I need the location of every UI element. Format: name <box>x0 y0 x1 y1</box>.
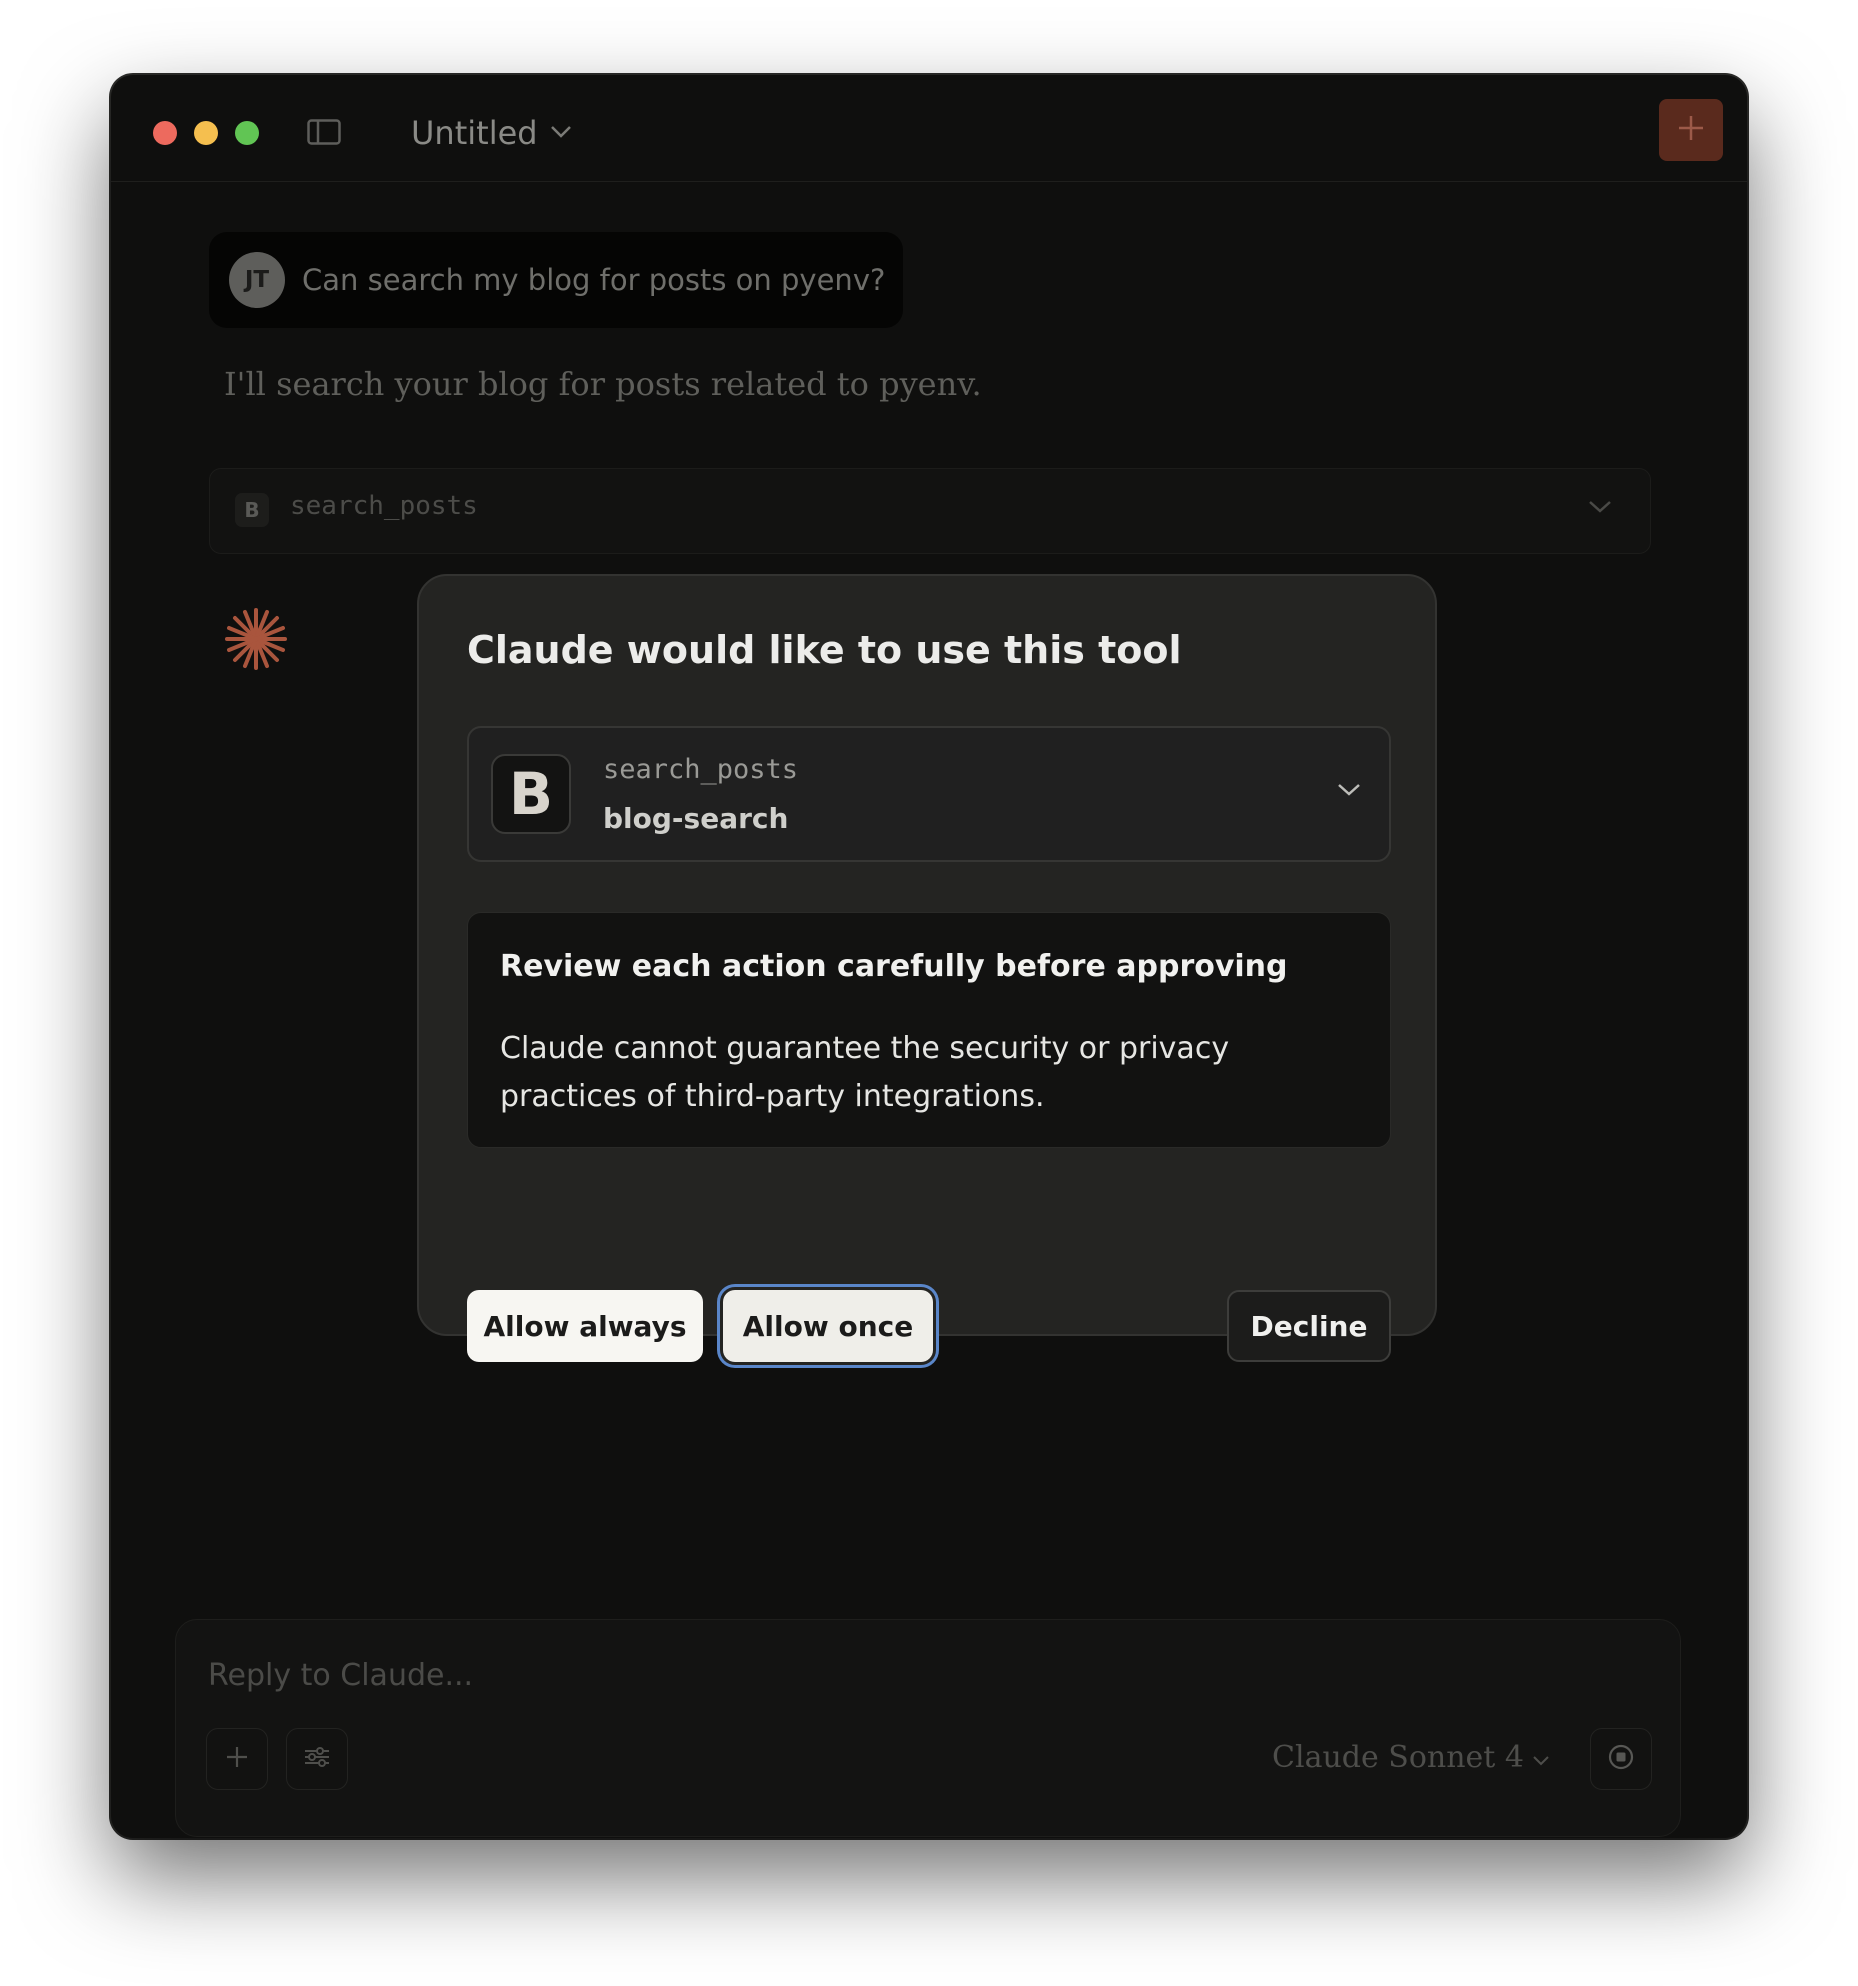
tool-details-card[interactable]: B search_posts blog-search <box>467 726 1391 862</box>
stop-icon <box>1607 1743 1635 1775</box>
maximize-window-button[interactable] <box>235 121 259 145</box>
conversation-title: Untitled <box>411 114 538 152</box>
dialog-title: Claude would like to use this tool <box>467 628 1182 672</box>
model-name: Claude Sonnet 4 <box>1272 1740 1524 1775</box>
plus-icon <box>225 1745 249 1773</box>
warning-title: Review each action carefully before appr… <box>500 949 1288 984</box>
stop-button[interactable] <box>1590 1728 1652 1790</box>
tool-server-icon: B <box>491 754 571 834</box>
tool-name: search_posts <box>603 754 799 785</box>
attach-button[interactable] <box>206 1728 268 1790</box>
assistant-message-text: I'll search your blog for posts related … <box>224 365 982 403</box>
claude-spinner-icon <box>223 606 289 672</box>
warning-body: Claude cannot guarantee the security or … <box>500 1031 1230 1114</box>
allow-once-button[interactable]: Allow once <box>723 1290 933 1362</box>
reply-composer: Claude Sonnet 4 <box>175 1619 1681 1837</box>
app-window: Untitled JT Can search my blog for posts… <box>111 75 1747 1838</box>
minimize-window-button[interactable] <box>194 121 218 145</box>
chevron-down-icon <box>1532 1740 1550 1775</box>
tool-call-name: search_posts <box>290 491 478 521</box>
chevron-down-icon <box>550 124 572 143</box>
allow-always-button[interactable]: Allow always <box>467 1290 703 1362</box>
close-window-button[interactable] <box>153 121 177 145</box>
tool-badge: B <box>235 493 269 527</box>
model-selector[interactable]: Claude Sonnet 4 <box>1272 1740 1550 1775</box>
chevron-down-icon <box>1588 499 1612 518</box>
decline-button[interactable]: Decline <box>1227 1290 1391 1362</box>
avatar: JT <box>229 252 285 308</box>
security-warning: Review each action carefully before appr… <box>467 912 1391 1148</box>
sliders-icon <box>304 1746 330 1772</box>
user-message-text: Can search my blog for posts on pyenv? <box>302 263 886 297</box>
plus-icon <box>1677 114 1705 146</box>
reply-input[interactable] <box>206 1650 1310 1700</box>
title-bar: Untitled <box>111 75 1747 182</box>
tool-call-row[interactable]: B search_posts <box>209 468 1651 554</box>
sidebar-toggle-icon[interactable] <box>307 119 341 145</box>
chevron-down-icon <box>1337 782 1361 801</box>
user-message: JT Can search my blog for posts on pyenv… <box>209 232 903 328</box>
new-chat-button[interactable] <box>1659 99 1723 161</box>
conversation-title-menu[interactable]: Untitled <box>411 109 572 157</box>
tool-permission-dialog: Claude would like to use this tool B sea… <box>417 574 1437 1362</box>
tools-settings-button[interactable] <box>286 1728 348 1790</box>
tool-server-name: blog-search <box>603 802 789 835</box>
